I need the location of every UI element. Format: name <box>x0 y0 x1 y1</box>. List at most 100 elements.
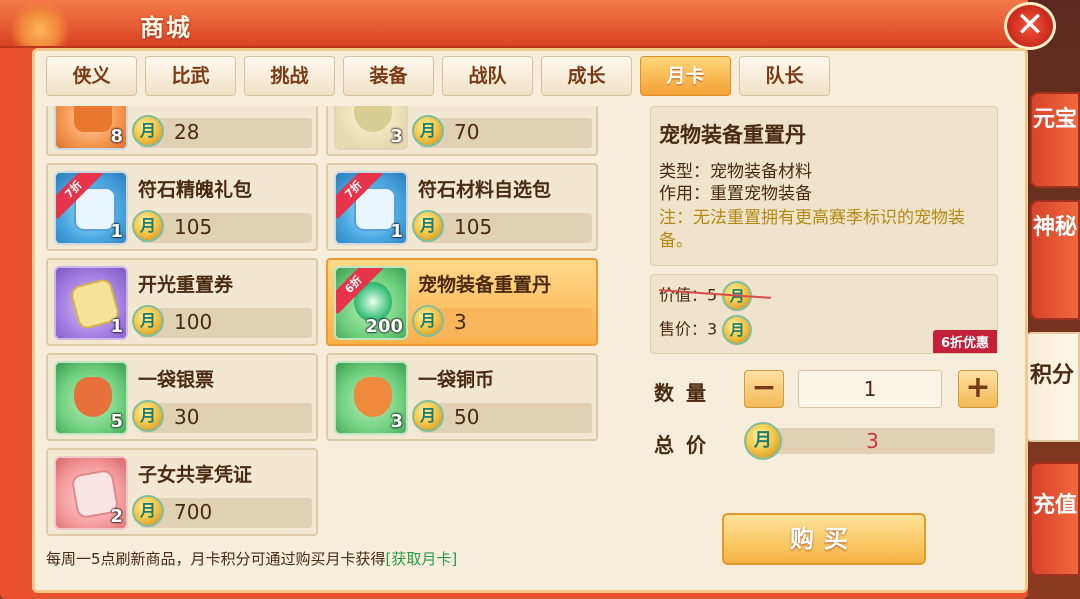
coin-bag-icon: 3 <box>334 361 408 435</box>
total-price-value: 3 <box>866 429 879 453</box>
detail-type: 类型：宠物装备材料 <box>659 162 812 182</box>
total-label: 总价 <box>654 433 718 457</box>
item-count: 3 <box>390 126 403 147</box>
side-tab-label: 神秘 <box>1032 215 1077 240</box>
side-tab-label: 充值 <box>1032 493 1077 518</box>
side-tab-label: 积分 <box>1029 363 1074 388</box>
item-name: 宠物装备重置丹 <box>418 274 552 296</box>
item-price: 28 <box>174 120 200 144</box>
item-price: 105 <box>174 215 213 239</box>
item-card[interactable]: 5 一袋银票 月 30 <box>46 353 318 441</box>
original-price: 价值：5 月 <box>659 281 771 311</box>
item-price: 100 <box>174 310 213 334</box>
item-name: 子女共享凭证 <box>138 464 253 486</box>
sale-price-text: 售价：3 <box>659 319 718 339</box>
tab-xiayi[interactable]: 侠义 <box>46 56 137 96</box>
refresh-note-text: 每周一5点刷新商品，月卡积分可通过购买月卡获得 <box>46 550 386 568</box>
item-card[interactable]: 1 开光重置券 月 100 <box>46 258 318 346</box>
month-coin-icon: 月 <box>412 400 444 432</box>
item-card[interactable]: 3 一袋铜币 月 50 <box>326 353 598 441</box>
discount-tag: 6折优惠 <box>932 330 997 353</box>
quantity-input[interactable]: 1 <box>798 370 942 408</box>
tab-zhandui[interactable]: 战队 <box>442 56 533 96</box>
certificate-icon: 2 <box>54 456 128 530</box>
side-tab-label: 元宝 <box>1032 107 1077 132</box>
increase-quantity-button[interactable]: + <box>958 370 998 408</box>
item-detail-panel: 宠物装备重置丹 类型：宠物装备材料 作用：重置宠物装备 注：无法重置拥有更高赛季… <box>650 106 998 266</box>
month-coin-icon: 月 <box>132 400 164 432</box>
tab-zhuangbei[interactable]: 装备 <box>343 56 434 96</box>
quantity-label: 数量 <box>654 381 718 405</box>
item-count: 1 <box>110 221 123 242</box>
original-price-text: 价值：5 <box>659 285 718 305</box>
item-card[interactable]: 2 子女共享凭证 月 700 <box>46 448 318 536</box>
item-price: 700 <box>174 500 213 524</box>
item-count: 2 <box>110 506 123 527</box>
item-card[interactable]: 3 月 70 <box>326 106 598 156</box>
item-price: 70 <box>454 120 480 144</box>
title-bar: 商城 <box>0 0 1028 48</box>
total-price-bar: 月 3 <box>744 422 995 460</box>
item-price: 30 <box>174 405 200 429</box>
gift-box-icon: 7折 1 <box>54 171 128 245</box>
tab-duizhang[interactable]: 队长 <box>739 56 830 96</box>
category-tabs: 侠义 比武 挑战 装备 战队 成长 月卡 队长 <box>46 56 830 96</box>
item-card-selected[interactable]: 6折 200 宠物装备重置丹 月3 <box>326 258 598 346</box>
orange-bag-icon: 8 <box>54 106 128 150</box>
item-price-bar: 月 105 <box>132 210 312 243</box>
item-card[interactable]: 8 月 28 <box>46 106 318 156</box>
item-price: 3 <box>454 310 467 334</box>
item-price-bar: 月 50 <box>412 400 592 433</box>
item-price-bar: 月 28 <box>132 115 312 148</box>
refresh-note: 每周一5点刷新商品，月卡积分可通过购买月卡获得[获取月卡] <box>46 548 457 569</box>
item-count: 200 <box>365 316 403 337</box>
month-coin-icon: 月 <box>132 115 164 147</box>
tab-chengzhang[interactable]: 成长 <box>541 56 632 96</box>
sale-price: 售价：3 月 <box>659 315 753 345</box>
decrease-quantity-button[interactable]: − <box>744 370 784 408</box>
item-card[interactable]: 7折 1 符石精魄礼包 月 105 <box>46 163 318 251</box>
plate-icon: 3 <box>334 106 408 150</box>
month-coin-icon: 月 <box>412 305 444 337</box>
item-name: 符石材料自选包 <box>418 179 552 201</box>
get-month-card-link[interactable]: [获取月卡] <box>386 550 458 568</box>
item-price-bar: 月 700 <box>132 495 312 528</box>
side-tab-yuanbao[interactable]: 元宝 <box>1030 92 1080 188</box>
item-count: 8 <box>110 126 123 147</box>
side-tab-jifen[interactable]: 积分 <box>1024 332 1080 442</box>
item-count: 1 <box>390 221 403 242</box>
detail-note: 注：无法重置拥有更高赛季标识的宠物装备。 <box>659 208 965 251</box>
price-info-box: 价值：5 月 售价：3 月 6折优惠 <box>650 274 998 354</box>
item-name: 开光重置券 <box>138 274 234 296</box>
month-coin-icon: 月 <box>132 210 164 242</box>
item-name: 符石精魄礼包 <box>138 179 253 201</box>
item-name: 一袋银票 <box>138 369 215 391</box>
month-coin-icon: 月 <box>132 305 164 337</box>
tab-biwu[interactable]: 比武 <box>145 56 236 96</box>
month-coin-icon: 月 <box>722 315 753 345</box>
side-tab-chongzhi[interactable]: 充值 <box>1030 462 1080 576</box>
close-button[interactable]: ✕ <box>1004 2 1056 50</box>
month-coin-icon: 月 <box>132 495 164 527</box>
item-price-bar: 月3 <box>412 305 592 338</box>
item-price-bar: 月 105 <box>412 210 592 243</box>
item-card[interactable]: 7折 1 符石材料自选包 月 105 <box>326 163 598 251</box>
buy-button[interactable]: 购买 <box>722 513 926 565</box>
gift-box-icon: 7折 1 <box>334 171 408 245</box>
detail-usage: 作用：重置宠物装备 <box>659 184 812 204</box>
green-pill-icon: 6折 200 <box>334 266 408 340</box>
item-price: 105 <box>454 215 493 239</box>
item-price-bar: 月 100 <box>132 305 312 338</box>
scroll-icon: 1 <box>54 266 128 340</box>
item-count: 5 <box>110 411 123 432</box>
item-price: 50 <box>454 405 480 429</box>
item-name: 一袋铜币 <box>418 369 495 391</box>
detail-title: 宠物装备重置丹 <box>659 123 806 147</box>
side-tab-shenmi[interactable]: 神秘 <box>1030 200 1080 320</box>
month-coin-icon: 月 <box>412 115 444 147</box>
item-price-bar: 月 30 <box>132 400 312 433</box>
item-list[interactable]: 8 月 28 3 月 70 7折 1 符石精魄礼包 月 105 7折 1 符石材料自选包 … <box>46 106 598 538</box>
tab-tiaozhan[interactable]: 挑战 <box>244 56 335 96</box>
item-price-bar: 月 70 <box>412 115 592 148</box>
tab-yueka[interactable]: 月卡 <box>640 56 731 96</box>
